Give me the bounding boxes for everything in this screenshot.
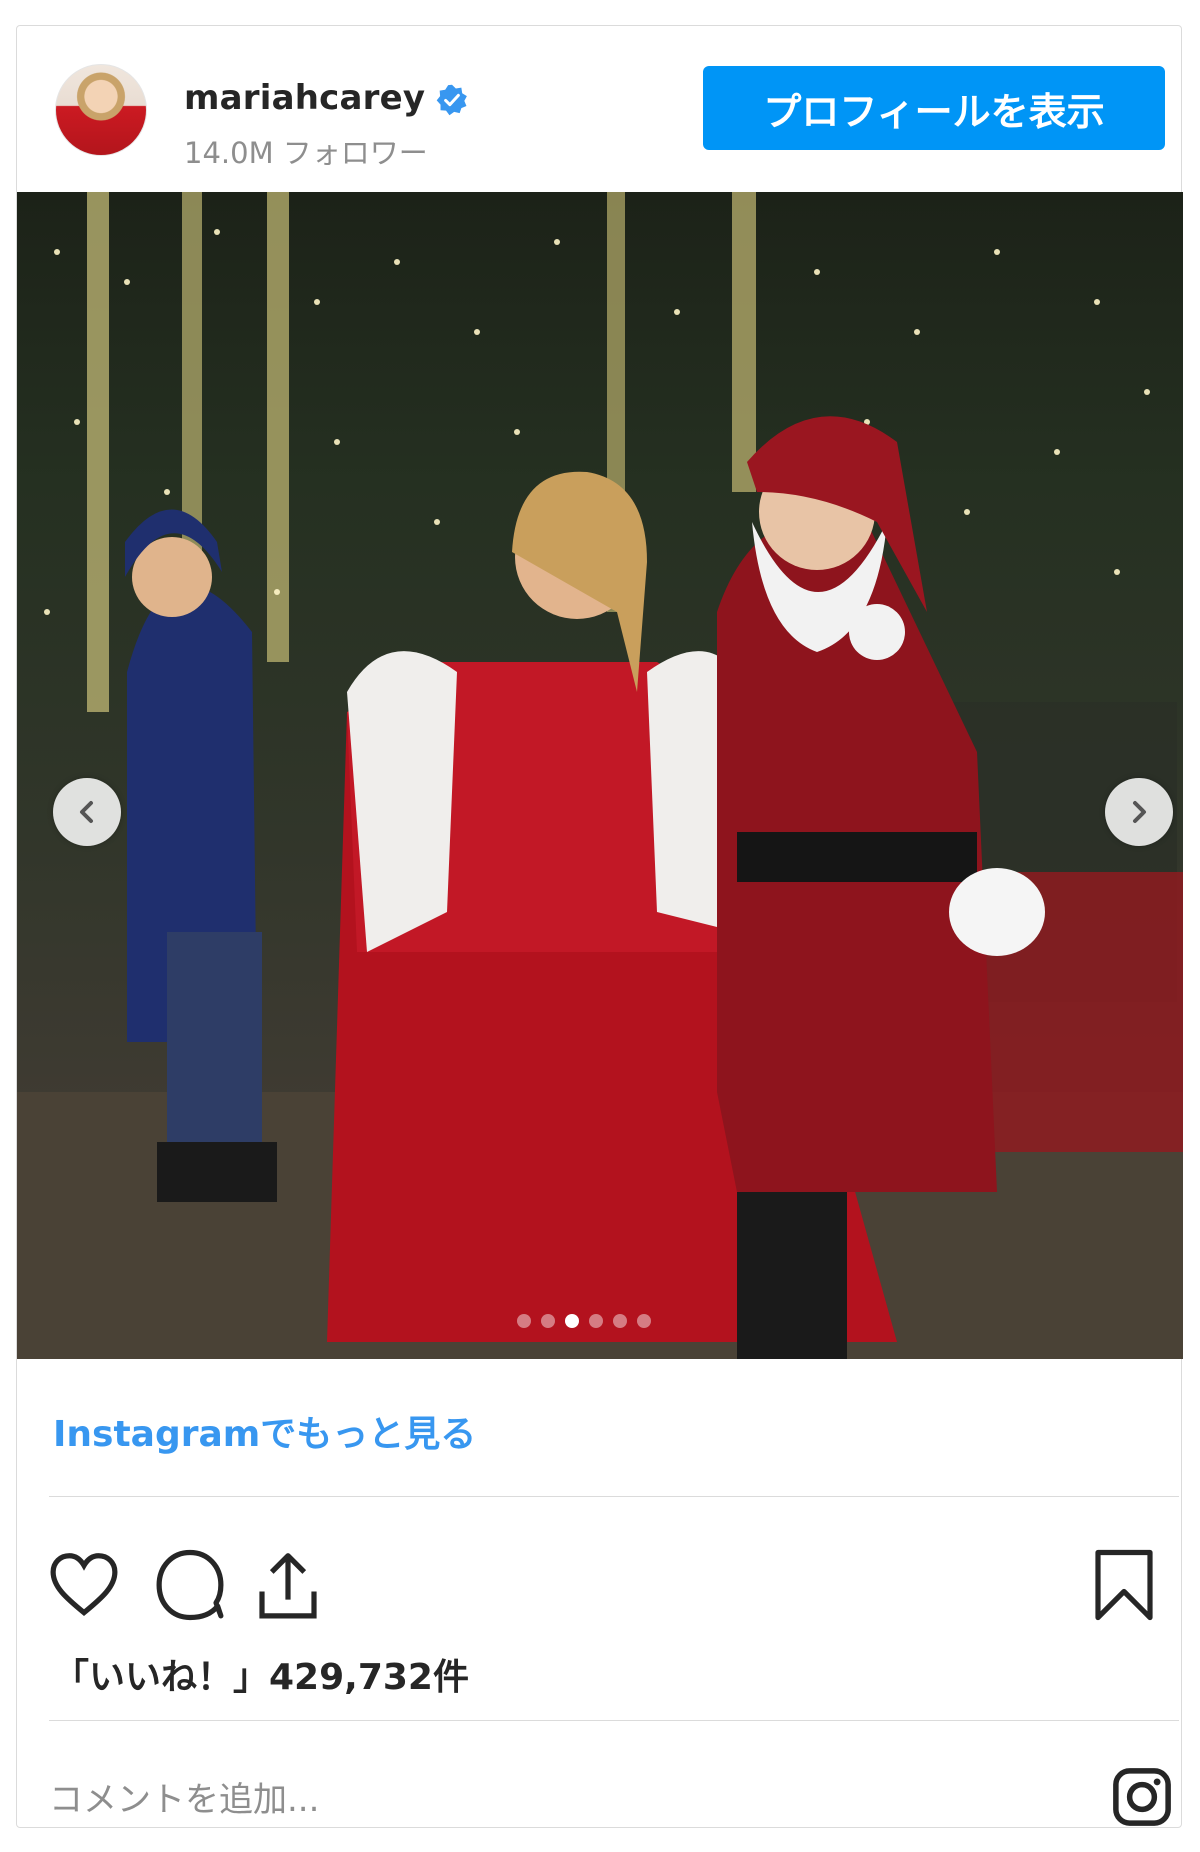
verified-badge-icon xyxy=(436,84,467,116)
divider xyxy=(49,1496,1179,1497)
avatar[interactable] xyxy=(55,64,147,156)
comment-input[interactable]: コメントを追加... xyxy=(49,1772,319,1821)
previous-slide-button[interactable] xyxy=(53,778,121,846)
share-icon[interactable] xyxy=(249,1546,327,1624)
carousel-dot xyxy=(565,1314,579,1328)
carousel-dot xyxy=(613,1314,627,1328)
carousel-dot xyxy=(589,1314,603,1328)
view-more-on-instagram-link[interactable]: Instagramでもっと見る xyxy=(53,1405,476,1457)
divider xyxy=(49,1720,1179,1721)
username[interactable]: mariahcarey xyxy=(184,78,425,118)
carousel-dot xyxy=(541,1314,555,1328)
post-image[interactable] xyxy=(17,192,1183,1359)
instagram-icon[interactable] xyxy=(1109,1764,1175,1830)
carousel-indicator xyxy=(517,1314,651,1328)
heart-icon[interactable] xyxy=(45,1546,123,1624)
chevron-right-icon xyxy=(1133,801,1146,823)
post-header: mariahcarey 14.0M フォロワー プロフィールを表示 xyxy=(17,26,1181,192)
action-bar xyxy=(17,1546,1181,1626)
next-slide-button[interactable] xyxy=(1105,778,1173,846)
carousel-dot xyxy=(517,1314,531,1328)
chevron-left-icon xyxy=(80,801,93,823)
instagram-embed-card: mariahcarey 14.0M フォロワー プロフィールを表示 Instag… xyxy=(16,25,1183,1830)
view-profile-button[interactable]: プロフィールを表示 xyxy=(703,66,1165,150)
photo-illustration xyxy=(17,192,1183,1359)
likes-count[interactable]: 「いいね！」429,732件 xyxy=(53,1648,469,1700)
carousel-dot xyxy=(637,1314,651,1328)
follower-count: 14.0M フォロワー xyxy=(184,136,428,170)
comment-icon[interactable] xyxy=(151,1546,229,1624)
bookmark-icon[interactable] xyxy=(1085,1546,1163,1624)
